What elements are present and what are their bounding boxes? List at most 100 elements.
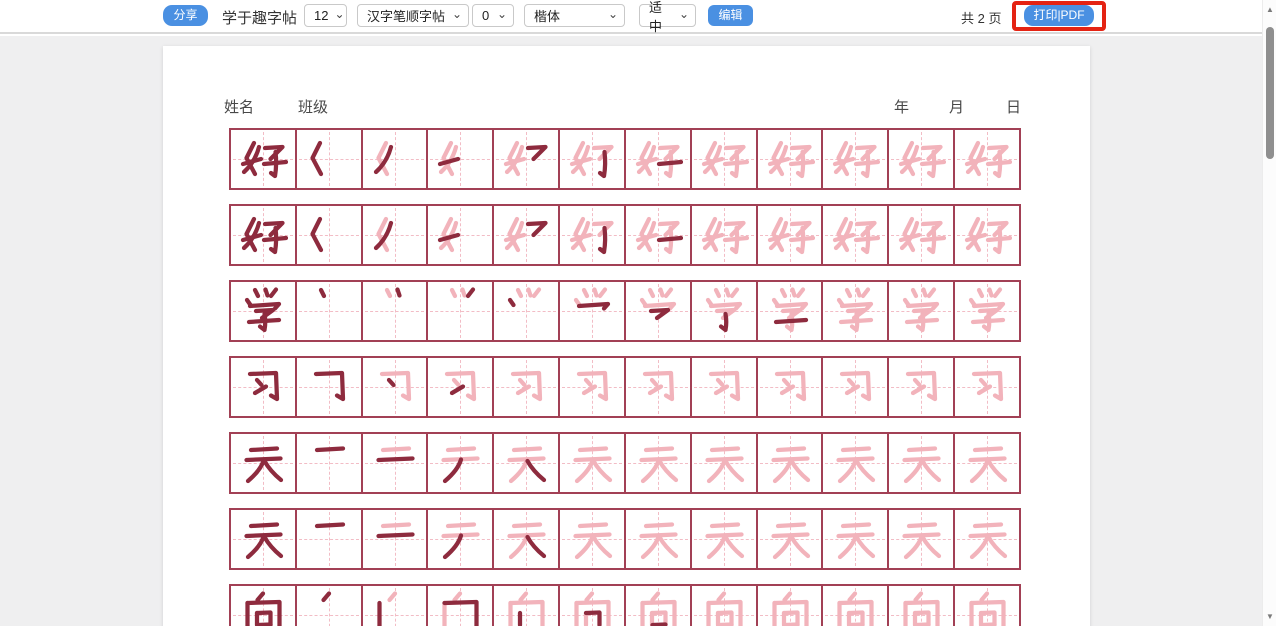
character-glyph	[238, 438, 288, 488]
density-select[interactable]: 适中 ⌄	[639, 4, 696, 27]
character-glyph	[370, 438, 420, 488]
character-glyph	[238, 210, 288, 260]
practice-cell	[231, 510, 297, 568]
character-glyph	[304, 210, 354, 260]
character-glyph	[962, 590, 1012, 626]
year-label: 年	[894, 96, 909, 117]
practice-grid	[229, 128, 1021, 626]
practice-cell	[626, 130, 692, 188]
scrollbar[interactable]: ▲ ▼	[1262, 0, 1276, 626]
worksheet-page: 姓名 班级 年 月 日	[163, 46, 1090, 626]
practice-cell	[955, 130, 1019, 188]
practice-cell	[560, 358, 626, 416]
practice-cell	[231, 130, 297, 188]
month-label: 月	[949, 96, 964, 117]
character-glyph	[633, 286, 683, 336]
font-name-value: 楷体	[534, 6, 602, 25]
scroll-up-icon[interactable]: ▲	[1263, 5, 1276, 14]
practice-cell	[560, 130, 626, 188]
character-glyph	[567, 286, 617, 336]
practice-cell	[626, 282, 692, 340]
practice-cell	[955, 434, 1019, 492]
character-glyph	[238, 362, 288, 412]
toolbar: 分享 学于趣字帖 12 ⌄ 汉字笔顺字帖 ⌄ 0 ⌄ 楷体 ⌄ 适中 ⌄ 编辑 …	[0, 0, 1276, 34]
practice-cell	[823, 206, 889, 264]
character-glyph	[830, 286, 880, 336]
practice-row	[229, 432, 1021, 494]
stroke-offset-select[interactable]: 0 ⌄	[472, 4, 514, 27]
font-size-select[interactable]: 12 ⌄	[304, 4, 347, 27]
practice-cell	[758, 206, 824, 264]
chevron-down-icon: ⌄	[334, 7, 344, 21]
character-glyph	[830, 210, 880, 260]
character-glyph	[962, 362, 1012, 412]
chevron-down-icon: ⌄	[679, 7, 689, 21]
practice-cell	[428, 206, 494, 264]
practice-cell	[363, 586, 429, 626]
character-glyph	[633, 210, 683, 260]
practice-cell	[297, 282, 363, 340]
character-glyph	[567, 134, 617, 184]
scroll-down-icon[interactable]: ▼	[1263, 612, 1276, 621]
practice-row	[229, 280, 1021, 342]
character-glyph	[435, 590, 485, 626]
character-glyph	[238, 590, 288, 626]
character-glyph	[370, 134, 420, 184]
character-glyph	[501, 362, 551, 412]
practice-cell	[428, 586, 494, 626]
character-glyph	[699, 514, 749, 564]
font-name-select[interactable]: 楷体 ⌄	[524, 4, 625, 27]
practice-cell	[626, 358, 692, 416]
practice-cell	[363, 434, 429, 492]
practice-cell	[363, 510, 429, 568]
character-glyph	[501, 438, 551, 488]
character-glyph	[896, 286, 946, 336]
character-glyph	[304, 362, 354, 412]
character-glyph	[435, 514, 485, 564]
practice-cell	[692, 358, 758, 416]
practice-cell	[231, 586, 297, 626]
character-glyph	[962, 134, 1012, 184]
practice-cell	[297, 206, 363, 264]
practice-cell	[758, 282, 824, 340]
character-glyph	[830, 590, 880, 626]
character-glyph	[830, 134, 880, 184]
practice-cell	[692, 282, 758, 340]
chevron-down-icon: ⌄	[497, 7, 507, 21]
practice-cell	[231, 206, 297, 264]
scrollbar-thumb[interactable]	[1266, 27, 1274, 159]
practice-cell	[955, 510, 1019, 568]
sheet-type-select[interactable]: 汉字笔顺字帖 ⌄	[357, 4, 469, 27]
character-glyph	[633, 590, 683, 626]
stroke-offset-value: 0	[482, 8, 491, 23]
chevron-down-icon: ⌄	[608, 7, 618, 21]
practice-cell	[758, 130, 824, 188]
practice-cell	[955, 282, 1019, 340]
character-glyph	[567, 438, 617, 488]
practice-cell	[363, 130, 429, 188]
practice-cell	[494, 586, 560, 626]
print-pdf-button[interactable]: 打印|PDF	[1024, 5, 1094, 26]
edit-button[interactable]: 编辑	[708, 5, 753, 26]
character-glyph	[699, 362, 749, 412]
character-glyph	[765, 514, 815, 564]
share-button[interactable]: 分享	[163, 5, 208, 26]
practice-cell	[297, 358, 363, 416]
character-glyph	[435, 438, 485, 488]
practice-cell	[560, 586, 626, 626]
character-glyph	[435, 362, 485, 412]
practice-cell	[823, 130, 889, 188]
character-glyph	[501, 210, 551, 260]
practice-cell	[494, 206, 560, 264]
practice-cell	[889, 130, 955, 188]
character-glyph	[765, 210, 815, 260]
character-glyph	[567, 514, 617, 564]
character-glyph	[896, 514, 946, 564]
practice-cell	[428, 434, 494, 492]
practice-cell	[626, 586, 692, 626]
name-label: 姓名	[224, 96, 254, 117]
practice-cell	[955, 358, 1019, 416]
practice-cell	[297, 130, 363, 188]
practice-cell	[560, 206, 626, 264]
practice-cell	[823, 282, 889, 340]
